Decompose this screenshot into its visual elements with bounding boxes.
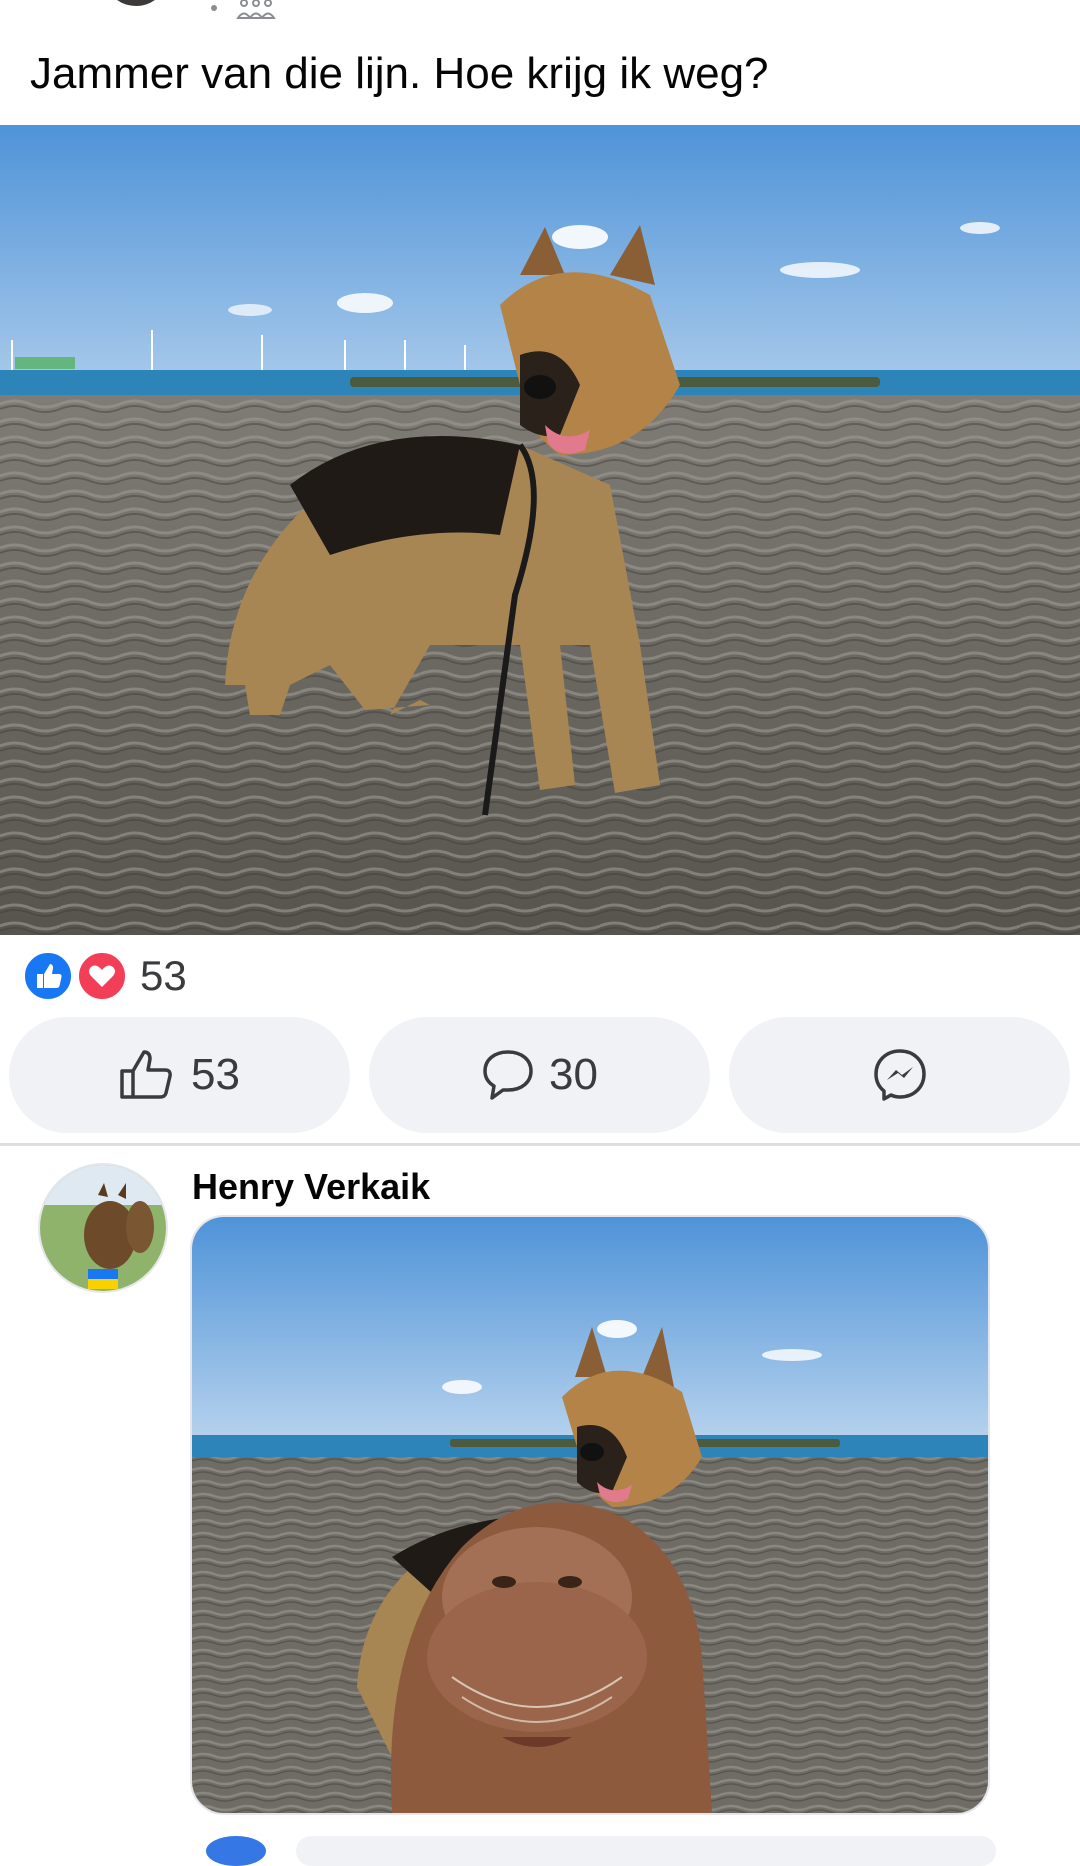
post-text: Jammer van die lijn. Hoe krijg ik weg? bbox=[30, 49, 769, 98]
dog-beach-image bbox=[0, 125, 1080, 935]
dog-walrus-image bbox=[192, 1217, 988, 1813]
comment-icon bbox=[483, 1050, 533, 1100]
post-author-avatar[interactable] bbox=[108, 0, 164, 6]
commenter-name[interactable]: Henry Verkaik bbox=[192, 1165, 430, 1209]
like-button[interactable]: 53 bbox=[9, 1017, 350, 1133]
like-count: 53 bbox=[191, 1050, 240, 1099]
next-comment-bubble[interactable] bbox=[296, 1836, 996, 1866]
group-icon bbox=[236, 0, 276, 19]
commenter-avatar[interactable] bbox=[38, 1163, 168, 1293]
messenger-share-button[interactable] bbox=[729, 1017, 1070, 1133]
like-icon bbox=[22, 950, 74, 1002]
separator-dot bbox=[211, 5, 217, 11]
reaction-count[interactable]: 53 bbox=[140, 950, 187, 1002]
thumbs-up-icon bbox=[120, 1050, 172, 1099]
comment-photo[interactable] bbox=[190, 1215, 990, 1815]
next-commenter-avatar[interactable] bbox=[206, 1836, 266, 1866]
divider bbox=[0, 1143, 1080, 1146]
messenger-icon bbox=[873, 1049, 926, 1101]
love-icon bbox=[76, 950, 128, 1002]
comment-count: 30 bbox=[549, 1050, 598, 1099]
comment-button[interactable]: 30 bbox=[369, 1017, 710, 1133]
post-photo[interactable] bbox=[0, 125, 1080, 935]
